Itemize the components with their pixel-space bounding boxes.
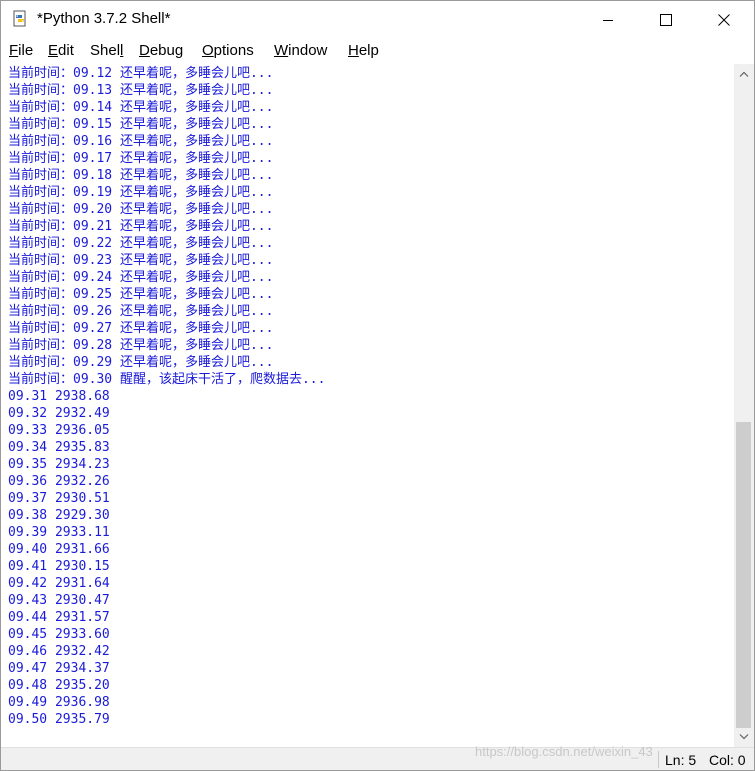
menu-options-label: ptions <box>213 42 254 59</box>
shell-line: 当前时间：09.22 还早着呢，多睡会儿吧... <box>8 236 274 251</box>
shell-line: 09.32 2932.49 <box>8 406 110 421</box>
shell-line: 当前时间：09.28 还早着呢，多睡会儿吧... <box>8 338 274 353</box>
maximize-button[interactable] <box>637 1 695 38</box>
title-bar[interactable]: *Python 3.7.2 Shell* <box>1 1 754 38</box>
shell-line: 当前时间：09.14 还早着呢，多睡会儿吧... <box>8 100 274 115</box>
shell-line: 09.38 2929.30 <box>8 508 110 523</box>
menu-help-label: elp <box>358 42 379 59</box>
menu-options[interactable]: Options <box>202 42 254 59</box>
menu-edit[interactable]: Edit <box>48 42 74 59</box>
menu-window-mnemonic: W <box>274 42 289 59</box>
shell-line: 当前时间：09.15 还早着呢，多睡会儿吧... <box>8 117 274 132</box>
shell-line: 当前时间：09.19 还早着呢，多睡会儿吧... <box>8 185 274 200</box>
shell-line: 09.47 2934.37 <box>8 661 110 676</box>
menu-bar: File Edit Shell Debug Options Window Hel… <box>1 39 754 64</box>
status-line-number: Ln: 5 <box>665 752 697 768</box>
shell-output-text[interactable]: 当前时间：09.12 还早着呢，多睡会儿吧... 当前时间：09.13 还早着呢… <box>1 64 734 747</box>
shell-line: 09.39 2933.11 <box>8 525 110 540</box>
shell-line: 09.33 2936.05 <box>8 423 110 438</box>
shell-line: 09.46 2932.42 <box>8 644 110 659</box>
close-button[interactable] <box>695 1 753 38</box>
shell-line: 当前时间：09.27 还早着呢，多睡会儿吧... <box>8 321 274 336</box>
shell-line: 当前时间：09.13 还早着呢，多睡会儿吧... <box>8 83 274 98</box>
shell-line: 当前时间：09.21 还早着呢，多睡会儿吧... <box>8 219 274 234</box>
menu-file-mnemonic: F <box>9 42 19 59</box>
shell-line: 当前时间：09.18 还早着呢，多睡会儿吧... <box>8 168 274 183</box>
menu-shell-label: Shel <box>90 42 121 59</box>
menu-file[interactable]: File <box>9 42 33 59</box>
shell-line: 09.45 2933.60 <box>8 627 110 642</box>
menu-file-label: ile <box>18 42 34 59</box>
minimize-button[interactable] <box>579 1 637 38</box>
scroll-down-button[interactable] <box>734 727 754 747</box>
shell-line: 当前时间：09.30 醒醒，该起床干活了，爬数据去... <box>8 372 326 387</box>
menu-edit-label: dit <box>58 42 74 59</box>
shell-line: 当前时间：09.17 还早着呢，多睡会儿吧... <box>8 151 274 166</box>
status-separator <box>658 751 659 768</box>
shell-line: 09.42 2931.64 <box>8 576 110 591</box>
shell-line: 当前时间：09.29 还早着呢，多睡会儿吧... <box>8 355 274 370</box>
python-idle-icon <box>11 10 29 28</box>
menu-help-mnemonic: H <box>348 42 359 59</box>
menu-window-label: indow <box>288 42 328 59</box>
shell-line: 当前时间：09.23 还早着呢，多睡会儿吧... <box>8 253 274 268</box>
watermark-text: https://blog.csdn.net/weixin_43 <box>475 744 653 759</box>
shell-line: 09.44 2931.57 <box>8 610 110 625</box>
shell-line: 当前时间：09.24 还早着呢，多睡会儿吧... <box>8 270 274 285</box>
scroll-up-button[interactable] <box>734 64 754 84</box>
idle-shell-window: *Python 3.7.2 Shell* File Edit Shell Deb… <box>0 0 755 771</box>
shell-line: 09.50 2935.79 <box>8 712 110 727</box>
menu-debug-label: ebug <box>149 42 184 59</box>
menu-debug-mnemonic: D <box>139 42 150 59</box>
shell-line: 09.36 2932.26 <box>8 474 110 489</box>
shell-line: 09.49 2936.98 <box>8 695 110 710</box>
shell-line: 当前时间：09.26 还早着呢，多睡会儿吧... <box>8 304 274 319</box>
menu-window[interactable]: Window <box>274 42 327 59</box>
window-title: *Python 3.7.2 Shell* <box>37 10 171 27</box>
shell-line: 09.43 2930.47 <box>8 593 110 608</box>
shell-line: 09.41 2930.15 <box>8 559 110 574</box>
menu-edit-mnemonic: E <box>48 42 59 59</box>
status-column-number: Col: 0 <box>709 752 746 768</box>
scroll-thumb[interactable] <box>736 422 751 728</box>
minimize-icon <box>603 19 613 21</box>
maximize-icon <box>660 13 672 26</box>
shell-line: 09.48 2935.20 <box>8 678 110 693</box>
shell-line: 当前时间：09.16 还早着呢，多睡会儿吧... <box>8 134 274 149</box>
shell-line: 09.40 2931.66 <box>8 542 110 557</box>
menu-debug[interactable]: Debug <box>139 42 183 59</box>
shell-line: 09.31 2938.68 <box>8 389 110 404</box>
menu-options-mnemonic: O <box>202 42 214 59</box>
shell-line: 09.37 2930.51 <box>8 491 110 506</box>
close-icon <box>718 13 730 26</box>
shell-line: 当前时间：09.20 还早着呢，多睡会儿吧... <box>8 202 274 217</box>
menu-shell[interactable]: Shell <box>90 42 123 59</box>
shell-line: 当前时间：09.25 还早着呢，多睡会儿吧... <box>8 287 274 302</box>
chevron-down-icon <box>739 734 749 740</box>
menu-shell-mnemonic: l <box>120 42 124 59</box>
shell-line: 当前时间：09.12 还早着呢，多睡会儿吧... <box>8 66 274 81</box>
shell-line: 09.34 2935.83 <box>8 440 110 455</box>
menu-help[interactable]: Help <box>348 42 379 59</box>
shell-line: 09.35 2934.23 <box>8 457 110 472</box>
vertical-scrollbar[interactable] <box>734 64 754 747</box>
chevron-up-icon <box>739 71 749 77</box>
